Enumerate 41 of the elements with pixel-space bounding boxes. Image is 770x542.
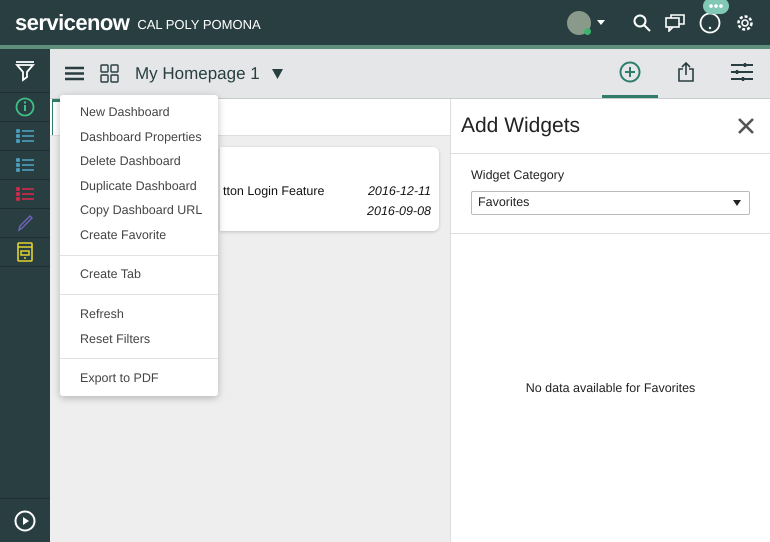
caret-icon[interactable] (597, 20, 605, 25)
menu-item[interactable]: Copy Dashboard URL (60, 198, 218, 223)
menu-icon[interactable] (65, 66, 84, 81)
list-icon[interactable] (16, 187, 34, 201)
share-icon (678, 62, 694, 82)
menu-item[interactable]: Reset Filters (60, 326, 218, 352)
grid-icon[interactable] (100, 64, 119, 83)
logo: servicenow (15, 9, 130, 37)
close-icon[interactable] (738, 118, 754, 134)
menu-item[interactable]: Refresh (60, 302, 218, 327)
play-icon[interactable] (14, 510, 36, 532)
item-date: 2016-12-11 (368, 183, 431, 200)
field-label: Widget Category (471, 167, 566, 184)
help-icon[interactable] (699, 12, 721, 34)
empty-message: No data available for Favorites (526, 380, 696, 396)
list-icon[interactable] (16, 129, 34, 143)
caret-icon (733, 200, 741, 206)
menu-item[interactable]: Export to PDF (60, 366, 218, 391)
org-name: CAL POLY POMONA (137, 16, 261, 34)
menu-item[interactable]: Create Tab (60, 262, 218, 288)
printer-icon[interactable] (17, 242, 33, 262)
add-icon (619, 61, 641, 83)
menu-item[interactable]: Duplicate Dashboard (60, 174, 218, 198)
search-icon[interactable] (633, 14, 651, 32)
chat-icon[interactable] (665, 14, 685, 32)
item-title: tton Login Feature (223, 183, 324, 200)
list-icon[interactable] (16, 158, 34, 172)
chat-bubble-icon[interactable] (703, 0, 729, 16)
avatar[interactable] (567, 10, 591, 34)
item-date: 2016-09-08 (367, 203, 431, 220)
panel-title: Add Widgets (461, 113, 580, 140)
category-select[interactable]: Favorites (471, 190, 750, 215)
menu-item[interactable]: Create Favorite (60, 222, 218, 248)
settings-icon[interactable] (735, 12, 755, 32)
menu-item[interactable]: Delete Dashboard (60, 149, 218, 174)
caret-icon[interactable] (272, 68, 283, 78)
menu-item[interactable]: Dashboard Properties (60, 124, 218, 150)
filter-icon[interactable] (15, 60, 35, 82)
dashboard-title[interactable]: My Homepage 1 (135, 60, 260, 86)
sliders-icon (731, 62, 753, 82)
info-icon[interactable] (15, 97, 35, 117)
